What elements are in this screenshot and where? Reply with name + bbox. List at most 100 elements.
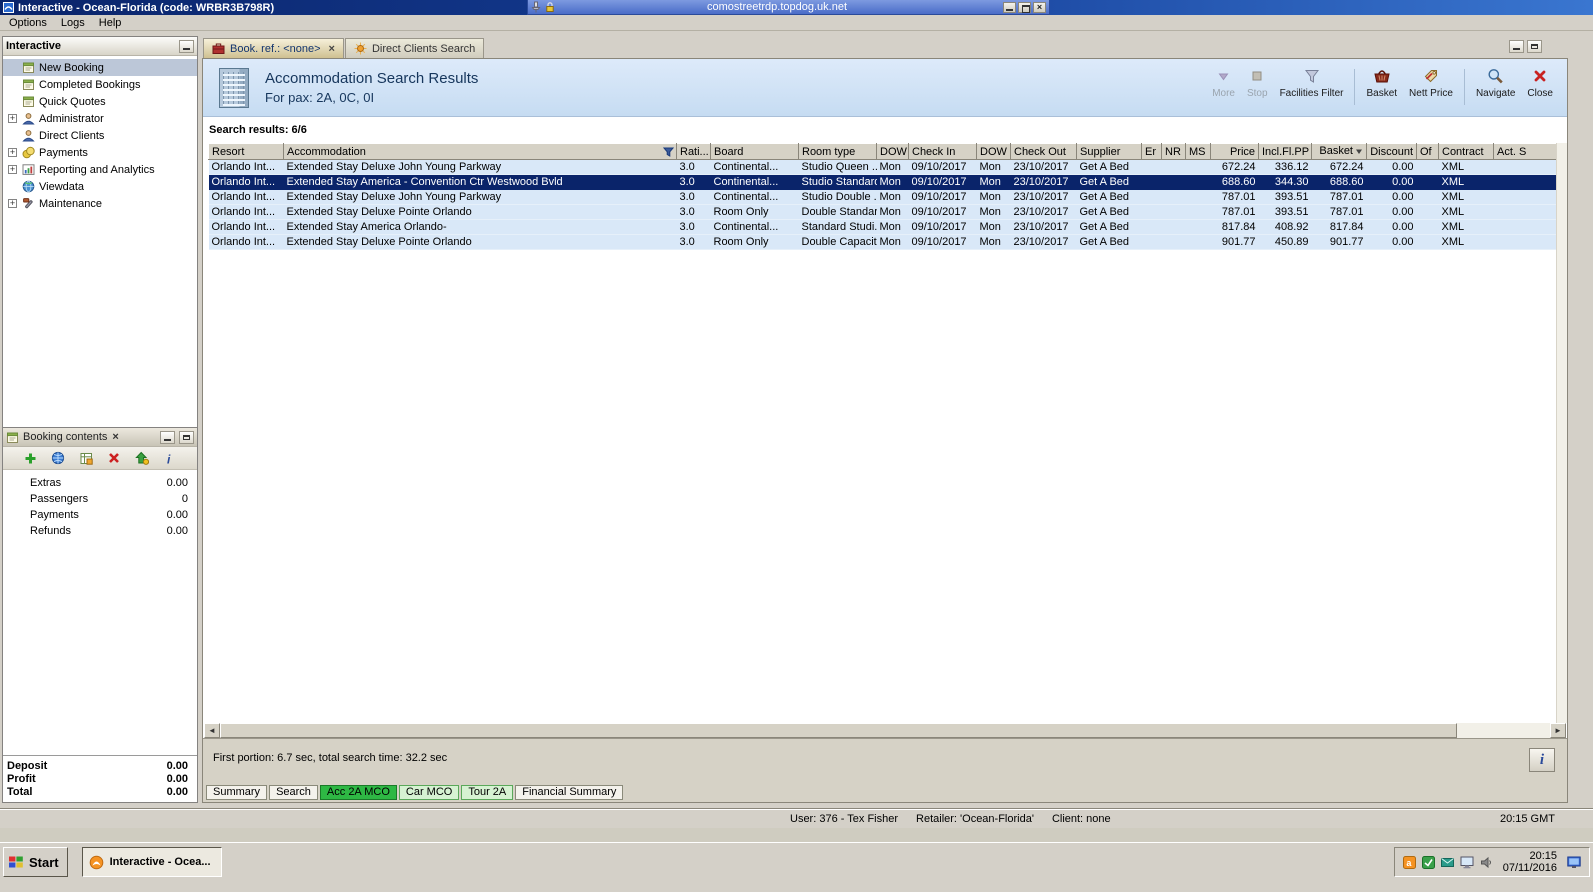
booking-row-extras[interactable]: Extras 0.00 <box>3 475 197 491</box>
column-header-of[interactable]: Of <box>1416 143 1439 160</box>
bottom-tab-acc-2a-mco[interactable]: Acc 2A MCO <box>319 784 397 800</box>
rdp-restore-button[interactable] <box>1018 1 1031 13</box>
maximize-booking-view-button[interactable] <box>179 430 194 444</box>
direct-clients-icon <box>21 129 35 143</box>
basket-button[interactable]: Basket <box>1360 66 1403 100</box>
close-view-icon[interactable]: × <box>112 431 118 443</box>
result-row-5[interactable]: Orlando Int... Extended Stay America Orla… <box>208 219 1567 235</box>
editor-tab-book-ref-none[interactable]: Book. ref.: <none> × <box>203 38 344 58</box>
bottom-tab-car-mco[interactable]: Car MCO <box>398 784 460 800</box>
sidebar-item-viewdata[interactable]: Viewdata <box>3 178 197 195</box>
editor-tab-strip: Book. ref.: <none> × Direct Clients Search <box>202 36 1568 58</box>
scrollbar-thumb[interactable] <box>220 723 1457 738</box>
tray-volume-icon[interactable] <box>1480 856 1493 869</box>
sidebar-item-administrator[interactable]: + Administrator <box>3 110 197 127</box>
info-button[interactable]: i <box>161 450 179 467</box>
column-header-dow[interactable]: DOW <box>876 143 909 160</box>
sidebar-item-direct-clients[interactable]: Direct Clients <box>3 127 197 144</box>
booking-row-label: Passengers <box>30 493 89 505</box>
result-row-1[interactable]: Orlando Int... Extended Stay Deluxe John … <box>208 159 1567 175</box>
minimize-editor-button[interactable] <box>1509 40 1524 53</box>
pin-icon[interactable] <box>531 1 541 13</box>
booking-row-payments[interactable]: Payments 0.00 <box>3 507 197 523</box>
menu-item-help[interactable]: Help <box>92 16 129 30</box>
column-header-discount[interactable]: Discount <box>1366 143 1417 160</box>
column-header-basket[interactable]: Basket <box>1311 143 1367 160</box>
column-header-incl-fl-pp[interactable]: Incl.Fl.PP <box>1258 143 1312 160</box>
add-item-button[interactable] <box>21 450 39 467</box>
result-row-3[interactable]: Orlando Int... Extended Stay Deluxe John … <box>208 189 1567 205</box>
bottom-tab-search[interactable]: Search <box>269 784 318 800</box>
scrollbar-track[interactable] <box>220 723 1550 738</box>
promote-item-button[interactable] <box>133 450 151 467</box>
scroll-left-button[interactable]: ◄ <box>204 723 220 738</box>
column-header-board[interactable]: Board <box>710 143 799 160</box>
payments-icon <box>21 146 35 160</box>
expander-icon[interactable]: + <box>8 199 17 208</box>
sidebar-item-new-booking[interactable]: New Booking <box>3 59 197 76</box>
result-row-4[interactable]: Orlando Int... Extended Stay Deluxe Point… <box>208 204 1567 220</box>
nett-price-icon <box>1423 67 1439 85</box>
expander-icon[interactable]: + <box>8 148 17 157</box>
column-header-contract[interactable]: Contract <box>1438 143 1494 160</box>
tray-mail-icon[interactable] <box>1440 856 1454 869</box>
rdp-close-button[interactable]: × <box>1033 1 1046 13</box>
scroll-right-button[interactable]: ► <box>1550 723 1566 738</box>
editor-tab-direct-clients-search[interactable]: Direct Clients Search <box>344 38 485 58</box>
navigate-button[interactable]: Navigate <box>1470 66 1521 100</box>
network-icon[interactable] <box>1567 856 1581 869</box>
column-header-check-out[interactable]: Check Out <box>1010 143 1077 160</box>
booking-row-refunds[interactable]: Refunds 0.00 <box>3 523 197 539</box>
filter-funnel-icon[interactable] <box>662 147 675 159</box>
column-header-label: MS <box>1189 145 1206 158</box>
availability-button[interactable] <box>49 450 67 467</box>
minimize-view-button[interactable] <box>179 39 194 53</box>
maintenance-icon <box>21 197 35 211</box>
maximize-editor-button[interactable] <box>1527 40 1542 53</box>
column-header-er[interactable]: Er <box>1141 143 1162 160</box>
nett-price-button[interactable]: Nett Price <box>1403 66 1459 100</box>
statusbar-client: Client: none <box>1051 813 1111 825</box>
taskbar-app-button[interactable]: Interactive - Ocea... <box>81 847 222 877</box>
start-button[interactable]: Start <box>3 847 68 877</box>
column-header-rati[interactable]: Rati... <box>676 143 711 160</box>
tray-app1-icon[interactable]: a <box>1402 855 1416 869</box>
column-header-accommodation[interactable]: Accommodation <box>283 143 677 160</box>
bottom-tab-tour-2a[interactable]: Tour 2A <box>461 784 514 800</box>
vertical-scrollbar[interactable] <box>1556 143 1567 723</box>
expander-icon[interactable]: + <box>8 165 17 174</box>
rdp-minimize-button[interactable] <box>1003 1 1016 13</box>
info-button[interactable]: i <box>1529 748 1555 772</box>
column-header-resort[interactable]: Resort <box>208 143 284 160</box>
tray-app2-icon[interactable] <box>1421 855 1435 869</box>
minimize-booking-view-button[interactable] <box>160 430 175 444</box>
result-row-6[interactable]: Orlando Int... Extended Stay Deluxe Point… <box>208 234 1567 250</box>
bottom-tab-summary[interactable]: Summary <box>206 784 268 800</box>
sidebar-item-reporting-and-analytics[interactable]: + Reporting and Analytics <box>3 161 197 178</box>
column-header-ms[interactable]: MS <box>1185 143 1211 160</box>
booking-total-label: Total <box>7 785 33 798</box>
column-header-check-in[interactable]: Check In <box>908 143 977 160</box>
menu-item-logs[interactable]: Logs <box>54 16 92 30</box>
facilities-filter-button[interactable]: Facilities Filter <box>1274 66 1350 100</box>
column-header-supplier[interactable]: Supplier <box>1076 143 1142 160</box>
tray-display-icon[interactable] <box>1460 856 1474 869</box>
sidebar-item-maintenance[interactable]: + Maintenance <box>3 195 197 212</box>
expander-icon[interactable]: + <box>8 114 17 123</box>
booking-row-passengers[interactable]: Passengers 0 <box>3 491 197 507</box>
views-button[interactable] <box>77 450 95 467</box>
close-tab-icon[interactable]: × <box>329 43 335 55</box>
column-header-price[interactable]: Price <box>1210 143 1259 160</box>
menu-item-options[interactable]: Options <box>2 16 54 30</box>
sidebar-item-payments[interactable]: + Payments <box>3 144 197 161</box>
column-header-dow[interactable]: DOW <box>976 143 1011 160</box>
column-header-label: Contract <box>1442 145 1484 158</box>
sidebar-item-completed-bookings[interactable]: Completed Bookings <box>3 76 197 93</box>
delete-item-button[interactable] <box>105 450 123 467</box>
column-header-nr[interactable]: NR <box>1161 143 1186 160</box>
sidebar-item-quick-quotes[interactable]: Quick Quotes <box>3 93 197 110</box>
bottom-tab-financial-summary[interactable]: Financial Summary <box>515 784 624 800</box>
result-row-2[interactable]: Orlando Int... Extended Stay America - Co… <box>208 174 1567 190</box>
column-header-room-type[interactable]: Room type <box>798 143 877 160</box>
close-button[interactable]: Close <box>1521 66 1559 100</box>
